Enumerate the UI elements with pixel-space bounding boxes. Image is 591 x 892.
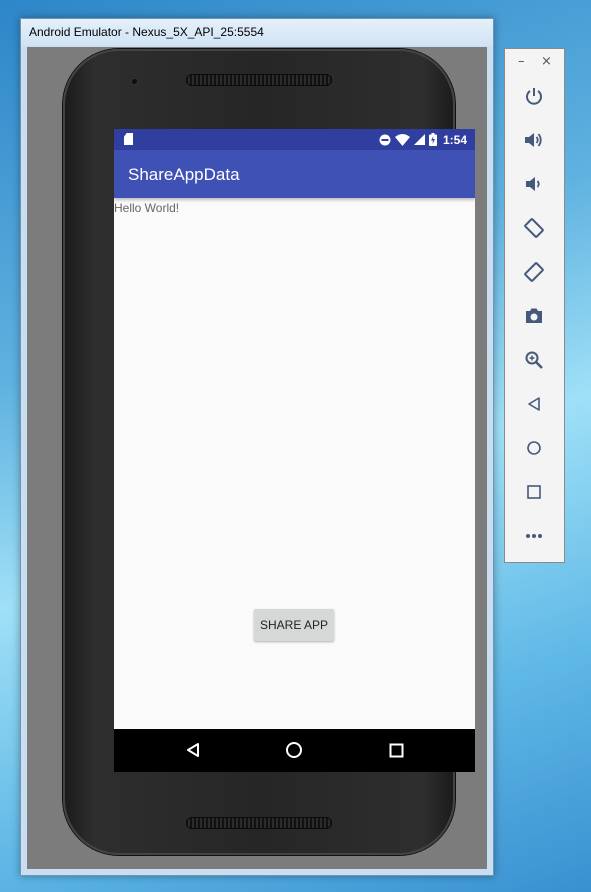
zoom-icon[interactable] xyxy=(521,347,547,373)
status-icons: 1:54 xyxy=(379,132,467,147)
emulator-window: Android Emulator - Nexus_5X_API_25:5554 xyxy=(20,18,494,876)
share-app-button[interactable]: SHARE APP xyxy=(254,609,334,641)
sd-card-icon xyxy=(124,133,133,145)
toolbar-window-controls: – × xyxy=(505,55,564,71)
top-speaker-grille xyxy=(186,74,332,86)
hello-text: Hello World! xyxy=(114,201,180,215)
window-titlebar[interactable]: Android Emulator - Nexus_5X_API_25:5554 xyxy=(21,19,493,46)
rotate-left-icon[interactable] xyxy=(521,215,547,241)
emulator-viewport: 1:54 ShareAppData Hello World! SHARE APP xyxy=(27,47,487,869)
do-not-disturb-icon xyxy=(379,134,391,146)
home-icon[interactable] xyxy=(283,739,305,761)
app-title: ShareAppData xyxy=(128,165,240,184)
emulator-toolbar: – × xyxy=(504,48,565,563)
signal-icon xyxy=(413,134,425,145)
volume-down-icon[interactable] xyxy=(521,171,547,197)
wifi-icon xyxy=(394,133,410,146)
toolbar-close-button[interactable]: × xyxy=(541,55,552,69)
toolbar-minimize-button[interactable]: – xyxy=(518,55,525,69)
back-icon[interactable] xyxy=(182,739,204,761)
status-time: 1:54 xyxy=(442,132,467,147)
app-bar: ShareAppData xyxy=(114,150,475,198)
bottom-speaker-grille xyxy=(186,817,332,829)
more-icon[interactable] xyxy=(521,523,547,549)
device-screen: 1:54 ShareAppData Hello World! SHARE APP xyxy=(114,129,475,772)
camera-icon[interactable] xyxy=(521,303,547,329)
recents-icon[interactable] xyxy=(385,739,407,761)
home-icon[interactable] xyxy=(521,435,547,461)
back-icon[interactable] xyxy=(521,391,547,417)
rotate-right-icon[interactable] xyxy=(521,259,547,285)
status-bar: 1:54 xyxy=(114,129,475,150)
overview-icon[interactable] xyxy=(521,479,547,505)
window-title: Android Emulator - Nexus_5X_API_25:5554 xyxy=(29,25,264,39)
volume-up-icon[interactable] xyxy=(521,127,547,153)
phone-frame: 1:54 ShareAppData Hello World! SHARE APP xyxy=(63,49,475,855)
front-camera xyxy=(130,77,139,86)
power-icon[interactable] xyxy=(521,83,547,109)
navigation-bar xyxy=(114,729,475,772)
battery-charging-icon xyxy=(428,133,437,146)
